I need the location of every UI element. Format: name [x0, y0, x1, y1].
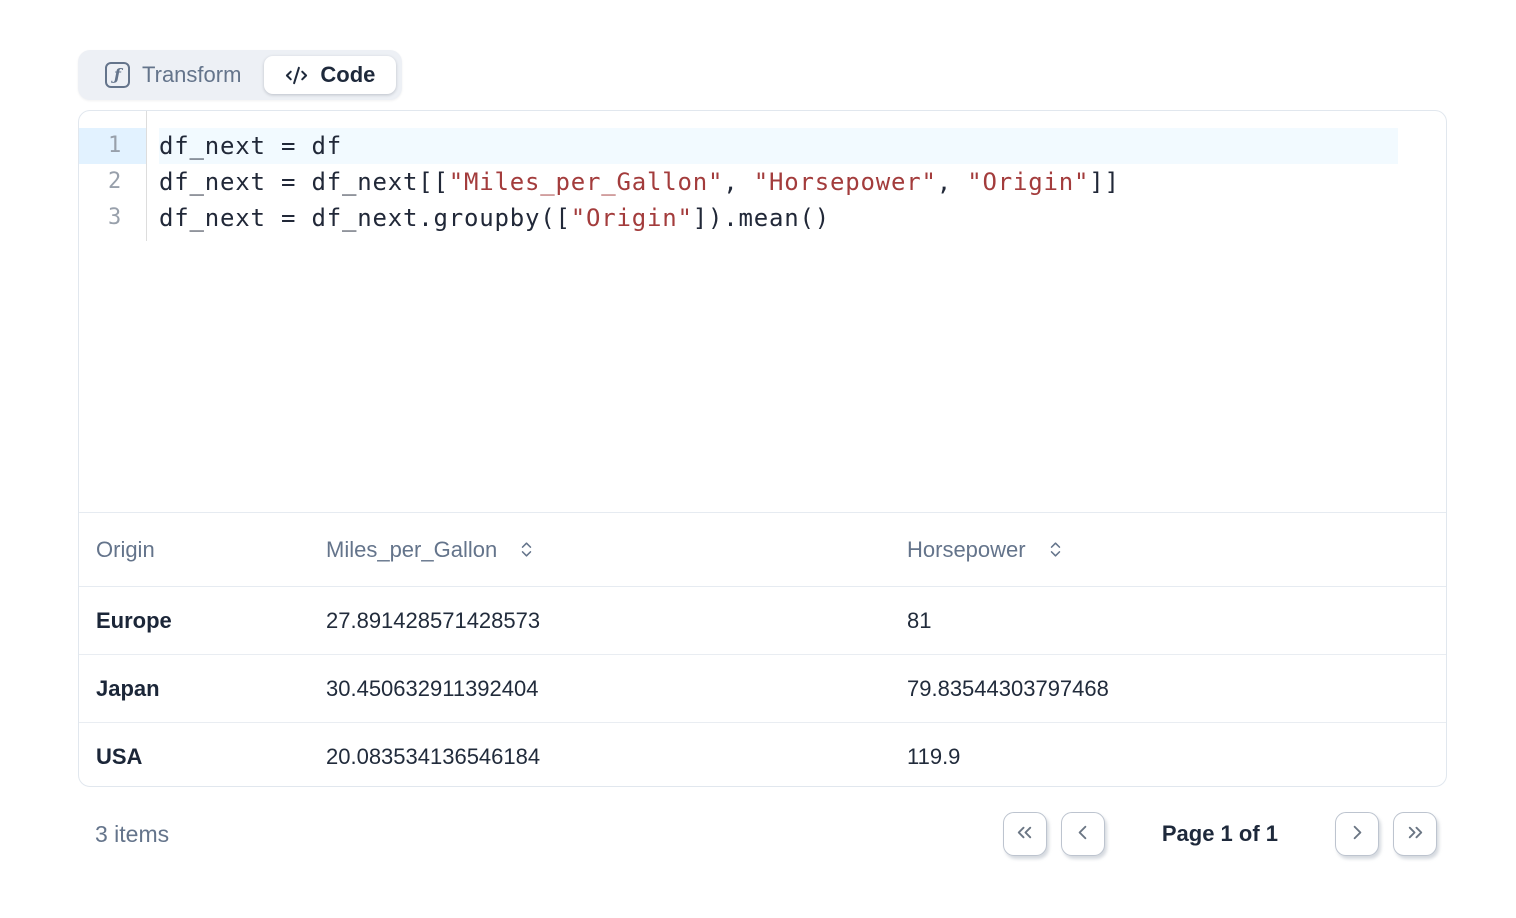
code-segment-string: "Horsepower" [754, 168, 937, 196]
table-footer: 3 items Page 1 of 1 [78, 787, 1447, 867]
code-editor[interactable]: 123 df_next = df df_next = df_next[["Mile… [79, 111, 1446, 513]
column-header-miles_per_gallon[interactable]: Miles_per_Gallon [326, 513, 907, 587]
table-body: Europe27.89142857142857381Japan30.450632… [79, 587, 1446, 788]
cell-value: 27.891428571428573 [326, 587, 907, 655]
column-label: Horsepower [907, 537, 1026, 563]
first-page-button[interactable] [1003, 812, 1047, 856]
column-label: Origin [96, 537, 155, 563]
code-xml-icon [285, 64, 308, 87]
chevron-right-icon [1346, 821, 1369, 847]
cell-value: 30.450632911392404 [326, 655, 907, 723]
column-header-origin: Origin [79, 513, 326, 587]
code-segment-code: , [937, 168, 968, 196]
line-number: 2 [79, 164, 146, 200]
tab-transform-label: Transform [142, 62, 241, 88]
result-table: OriginMiles_per_GallonHorsepower Europe2… [79, 513, 1446, 787]
view-toggle-tabbar: ƒ Transform Code [78, 50, 402, 100]
cell-value: 119.9 [907, 723, 1446, 788]
items-count: 3 items [95, 821, 169, 848]
page-indicator: Page 1 of 1 [1162, 821, 1278, 847]
code-segment-string: "Origin" [967, 168, 1089, 196]
table-row: Europe27.89142857142857381 [79, 587, 1446, 655]
previous-page-button[interactable] [1061, 812, 1105, 856]
chevrons-left-icon [1013, 821, 1036, 847]
cell-value: 20.083534136546184 [326, 723, 907, 788]
code-segment-code: df_next = df [159, 132, 342, 160]
code-line[interactable]: df_next = df_next.groupby(["Origin"]).me… [159, 200, 1398, 236]
cell-origin: Europe [79, 587, 326, 655]
table-row: USA20.083534136546184119.9 [79, 723, 1446, 788]
chevrons-up-down-icon[interactable] [517, 540, 536, 559]
code-segment-code: df_next = df_next.groupby([ [159, 204, 571, 232]
cell-value: 81 [907, 587, 1446, 655]
code-segment-code: , [723, 168, 754, 196]
code-line[interactable]: df_next = df_next[["Miles_per_Gallon", "… [159, 164, 1398, 200]
chevrons-up-down-icon[interactable] [1046, 540, 1065, 559]
pagination: Page 1 of 1 [1003, 812, 1437, 856]
function-icon: ƒ [105, 62, 130, 88]
page: ƒ Transform Code 123 df_next = dfdf_next… [0, 0, 1516, 918]
code-segment-code: ]).mean() [693, 204, 830, 232]
chevrons-right-icon [1404, 821, 1427, 847]
code-segment-string: "Miles_per_Gallon" [449, 168, 724, 196]
cell-origin: USA [79, 723, 326, 788]
chevron-left-icon [1071, 821, 1094, 847]
code-segment-code: df_next = df_next[[ [159, 168, 449, 196]
table-row: Japan30.45063291139240479.83544303797468 [79, 655, 1446, 723]
tab-code-label: Code [320, 62, 375, 88]
cell-origin: Japan [79, 655, 326, 723]
tab-transform[interactable]: ƒ Transform [84, 56, 262, 94]
code-segment-string: "Origin" [571, 204, 693, 232]
line-number: 1 [79, 128, 146, 164]
editor-content[interactable]: df_next = df df_next = df_next[["Miles_pe… [147, 111, 1446, 241]
editor-gutter: 123 [79, 111, 147, 241]
editor-scroll: 123 df_next = df df_next = df_next[["Mile… [79, 111, 1446, 241]
code-segment-code: ]] [1089, 168, 1120, 196]
column-label: Miles_per_Gallon [326, 537, 497, 563]
tab-code[interactable]: Code [264, 56, 396, 94]
column-header-horsepower[interactable]: Horsepower [907, 513, 1446, 587]
cell-value: 79.83544303797468 [907, 655, 1446, 723]
code-and-result-panel: 123 df_next = df df_next = df_next[["Mile… [78, 110, 1447, 787]
line-number: 3 [79, 200, 146, 236]
next-page-button[interactable] [1335, 812, 1379, 856]
last-page-button[interactable] [1393, 812, 1437, 856]
code-line[interactable]: df_next = df [159, 128, 1398, 164]
table-header-row: Origin Miles_per_Gallon Horsepower [79, 513, 1446, 587]
